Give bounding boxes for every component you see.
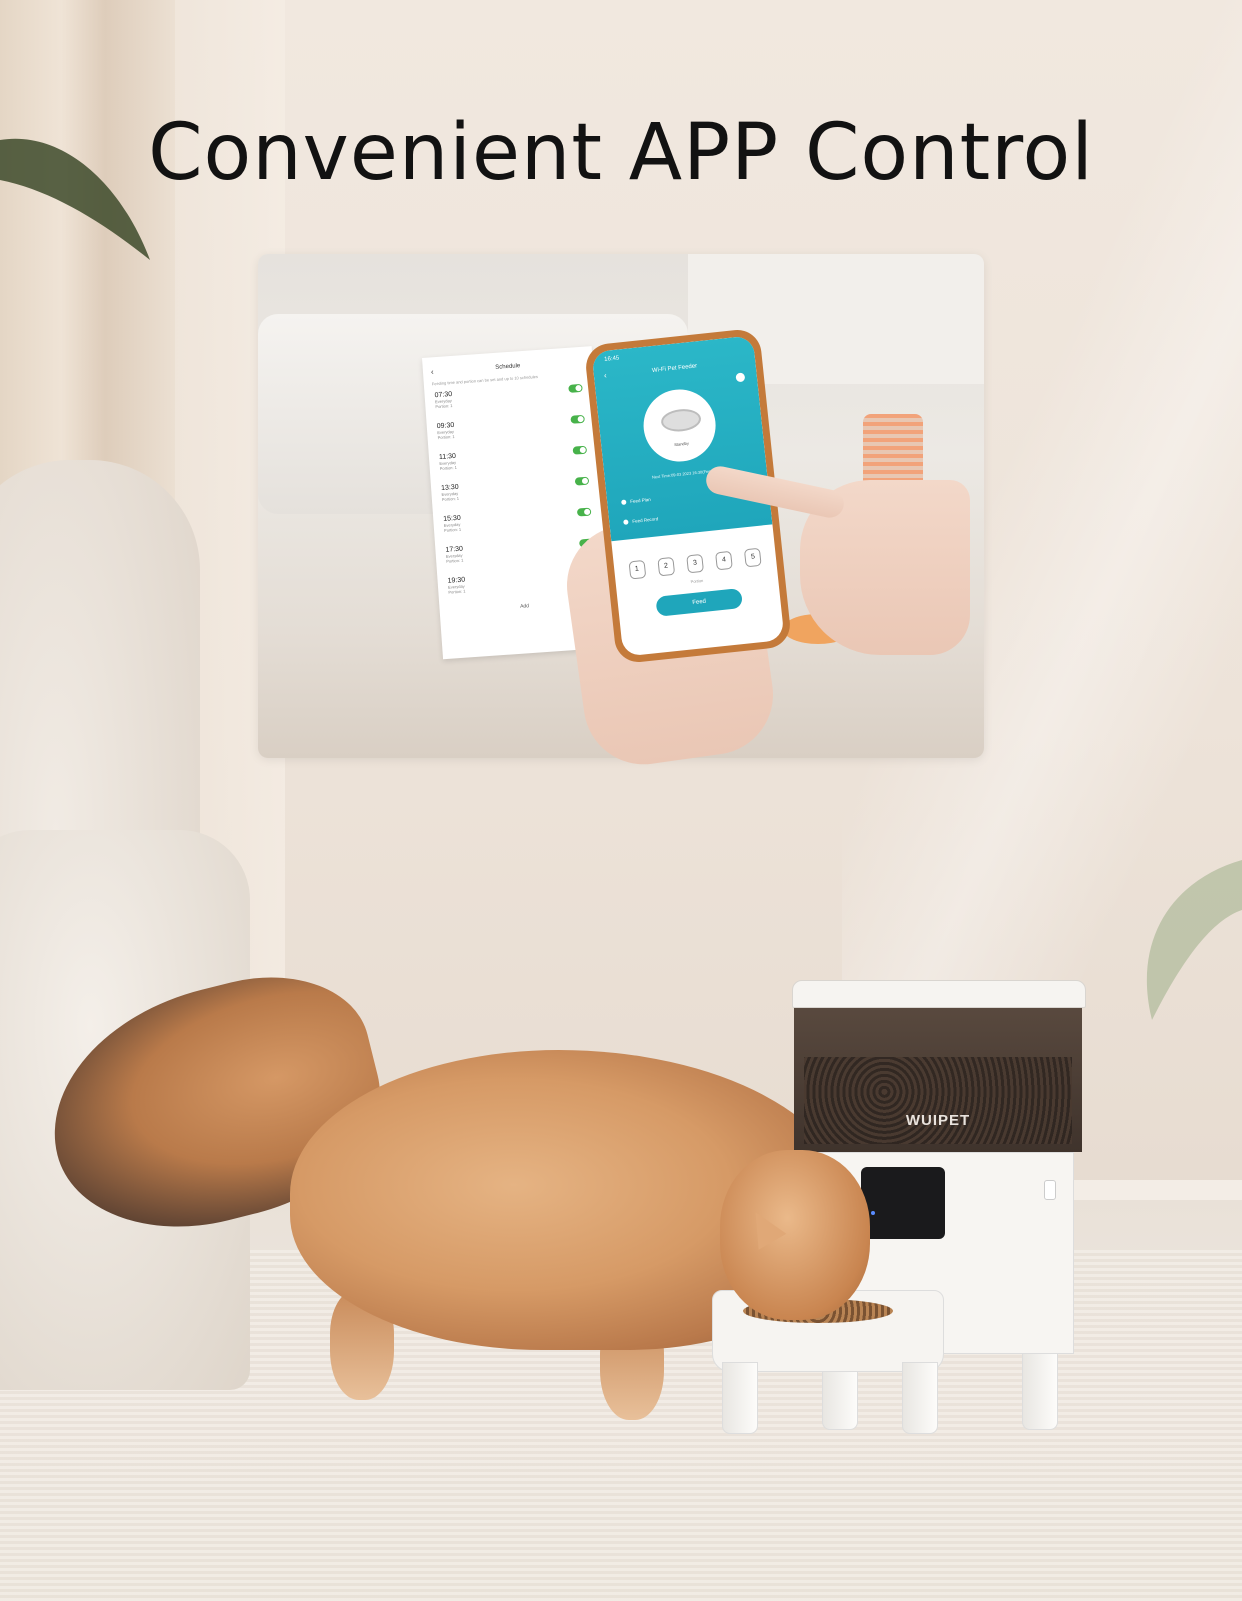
food-hopper: WUIPET: [794, 1002, 1082, 1152]
tray-leg: [902, 1362, 938, 1434]
tray-leg: [722, 1362, 758, 1434]
feed-plan-item[interactable]: Feed Plan: [621, 497, 651, 506]
indicator-light: [871, 1211, 875, 1215]
bowl-icon: [660, 407, 703, 434]
plant-leaf-right: [1146, 860, 1242, 1020]
portion-option[interactable]: 4: [715, 550, 734, 571]
bowl-status: Standby: [673, 440, 690, 448]
feed-record-item[interactable]: Feed Record: [623, 516, 658, 526]
headline: Convenient APP Control: [148, 108, 1094, 198]
control-panel: [861, 1167, 945, 1239]
schedule-toggle[interactable]: [568, 383, 583, 393]
status-time: 16:45: [604, 355, 620, 363]
record-icon: [623, 519, 629, 526]
schedule-toggle[interactable]: [570, 414, 585, 424]
feeder-leg: [1022, 1350, 1058, 1430]
portion-option[interactable]: 3: [686, 553, 704, 574]
schedule-toggle[interactable]: [574, 476, 590, 486]
portion-option[interactable]: 1: [628, 559, 646, 580]
back-arrow-icon[interactable]: ‹: [431, 367, 434, 376]
portion-option[interactable]: 5: [744, 547, 763, 568]
schedule-toggle[interactable]: [576, 507, 592, 517]
schedule-toggle[interactable]: [572, 445, 588, 455]
hopper-latch: [1044, 1180, 1056, 1200]
clock-icon: [621, 499, 627, 506]
bowl-status-circle: Standby: [640, 385, 720, 466]
settings-gear-icon[interactable]: [735, 372, 746, 383]
portion-option[interactable]: 2: [657, 556, 675, 577]
cat-head: [720, 1150, 870, 1320]
feeder-lid: [792, 980, 1086, 1008]
kibble: [804, 1057, 1072, 1144]
brand-logo: WUIPET: [905, 1112, 971, 1129]
feed-button[interactable]: Feed: [655, 587, 743, 617]
